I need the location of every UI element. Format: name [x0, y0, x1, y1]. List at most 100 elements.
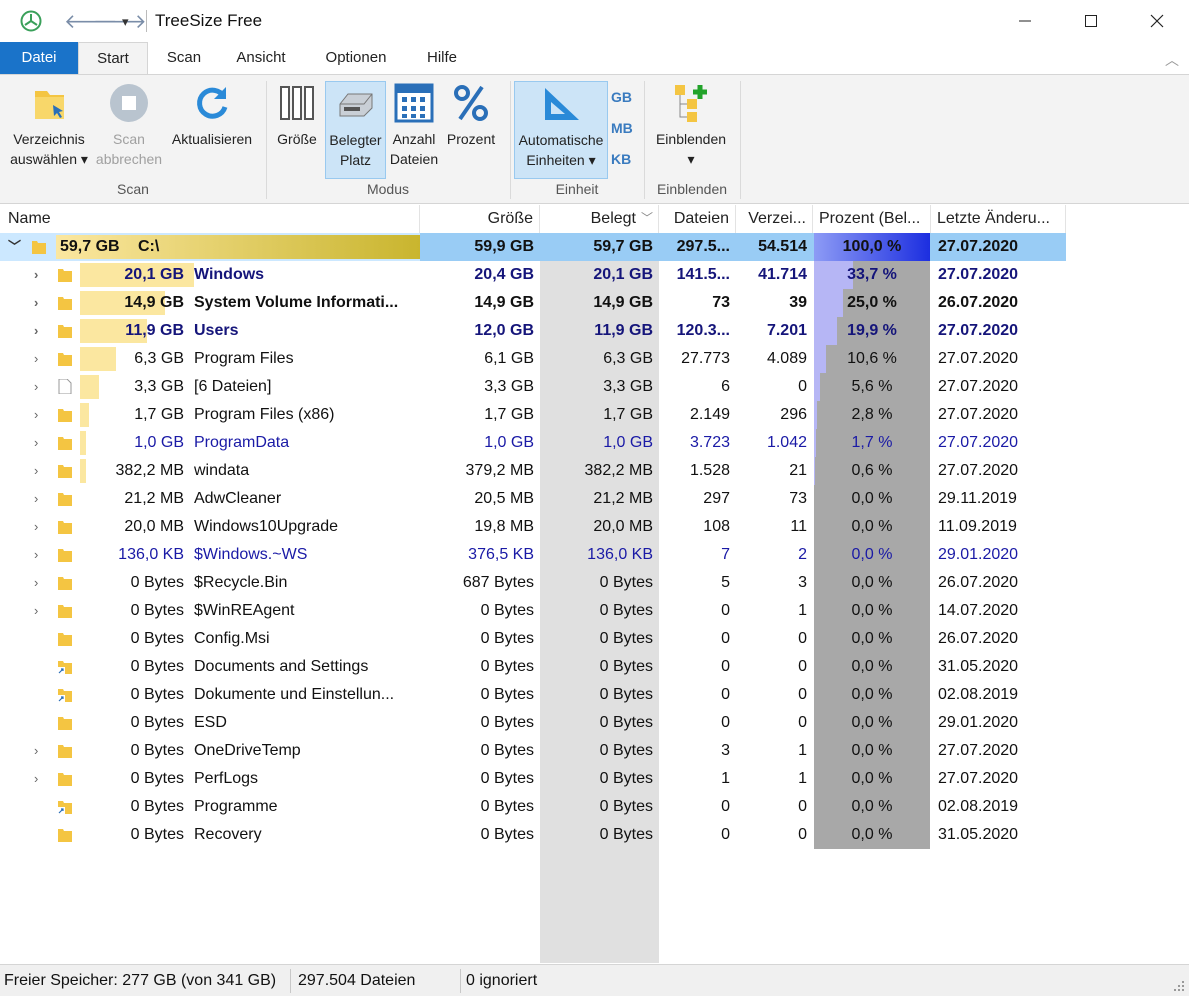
maximize-button[interactable]: [1058, 0, 1124, 42]
row-belegt: 21,2 MB: [593, 490, 653, 507]
table-row[interactable]: › 136,0 KB $Windows.~WS 376,5 KB 136,0 KB 7 2 0…: [0, 541, 1066, 569]
folder-icon: [58, 633, 72, 646]
table-row[interactable]: 0 Bytes Programme 0 Bytes 0 Bytes 0 0 0,0 % 02.…: [0, 793, 1066, 821]
expand-chevron-icon[interactable]: ›: [34, 597, 48, 625]
table-row[interactable]: › 0 Bytes $WinREAgent 0 Bytes 0 Bytes 0 1 0,0 %…: [0, 597, 1066, 625]
folder-icon: [58, 269, 72, 282]
tab-hilfe[interactable]: Hilfe: [416, 42, 468, 74]
tab-scan[interactable]: Scan: [158, 42, 210, 74]
tab-datei[interactable]: Datei: [0, 42, 78, 74]
treesize-logo-icon[interactable]: [20, 10, 42, 32]
row-percent: 0,0 %: [851, 770, 893, 787]
close-icon: [1150, 14, 1164, 28]
folder-icon: [58, 409, 72, 422]
percent-bar: 0,0 %: [814, 821, 930, 849]
table-row[interactable]: › 20,0 MB Windows10Upgrade 19,8 MB 20,0 MB 10…: [0, 513, 1066, 541]
expand-chevron-icon[interactable]: ›: [34, 373, 48, 401]
expand-chevron-icon[interactable]: ›: [34, 513, 48, 541]
close-button[interactable]: [1124, 0, 1189, 42]
belegter-platz-mode-button[interactable]: Belegter Platz: [325, 81, 386, 179]
column-name[interactable]: Name: [0, 205, 420, 233]
row-date: 02.08.2019: [938, 798, 1019, 815]
column-prozent[interactable]: Prozent (Bel...: [813, 205, 931, 233]
prozent-mode-button[interactable]: Prozent: [443, 81, 499, 149]
table-row[interactable]: 0 Bytes Dokumente und Einstellun... 0 Byte…: [0, 681, 1066, 709]
row-size: 11,9 GB: [125, 322, 184, 339]
column-verzeichnisse[interactable]: Verzei...: [736, 205, 813, 233]
einblenden-button[interactable]: Einblenden ▾: [650, 81, 732, 169]
table-row[interactable]: › 0 Bytes OneDriveTemp 0 Bytes 0 Bytes 3 1 0,0 …: [0, 737, 1066, 765]
row-date: 27.07.2020: [938, 406, 1019, 423]
column-dateien[interactable]: Dateien: [659, 205, 736, 233]
scan-abbrechen-button[interactable]: Scan abbrechen: [92, 81, 166, 169]
row-groesse: 0 Bytes: [480, 714, 534, 731]
expand-chevron-icon[interactable]: ›: [34, 457, 48, 485]
scan-abbrechen-label-2: abbrechen: [95, 151, 163, 167]
row-groesse: 379,2 MB: [465, 462, 534, 479]
table-row[interactable]: › 0 Bytes $Recycle.Bin 687 Bytes 0 Bytes 5 3 0,…: [0, 569, 1066, 597]
table-row[interactable]: › 0 Bytes PerfLogs 0 Bytes 0 Bytes 1 1 0,0 % 27.…: [0, 765, 1066, 793]
folder-icon: [58, 773, 72, 786]
unit-gb-button[interactable]: GB: [611, 89, 632, 105]
folder-shortcut-icon: [58, 801, 72, 814]
row-size: 0 Bytes: [130, 686, 184, 703]
expand-chevron-icon[interactable]: ›: [34, 541, 48, 569]
collapse-chevron-icon[interactable]: ﹀: [8, 233, 22, 261]
collapse-ribbon-icon[interactable]: ︿: [1165, 50, 1179, 70]
expand-chevron-icon[interactable]: ›: [34, 737, 48, 765]
table-row[interactable]: › 1,0 GB ProgramData 1,0 GB 1,0 GB 3.723 1.042…: [0, 429, 1066, 457]
minimize-icon: [1019, 20, 1031, 22]
table-row[interactable]: 0 Bytes Recovery 0 Bytes 0 Bytes 0 0 0,0 % 31.0…: [0, 821, 1066, 849]
row-percent: 25,0 %: [847, 294, 897, 311]
table-row[interactable]: › 14,9 GB System Volume Informati... 14,9 G…: [0, 289, 1066, 317]
tab-start[interactable]: Start: [78, 42, 148, 75]
table-row[interactable]: 0 Bytes Documents and Settings 0 Bytes 0 By…: [0, 653, 1066, 681]
resize-grip-icon[interactable]: [1173, 980, 1185, 992]
expand-chevron-icon[interactable]: ›: [34, 569, 48, 597]
aktualisieren-button[interactable]: Aktualisieren: [166, 81, 258, 149]
table-row[interactable]: › 6,3 GB Program Files 6,1 GB 6,3 GB 27.773 4.…: [0, 345, 1066, 373]
expand-chevron-icon[interactable]: ›: [34, 317, 48, 345]
verzeichnis-label-1: Verzeichnis: [13, 131, 85, 147]
table-row[interactable]: 0 Bytes ESD 0 Bytes 0 Bytes 0 0 0,0 % 29.01.202…: [0, 709, 1066, 737]
table-row[interactable]: › 1,7 GB Program Files (x86) 1,7 GB 1,7 GB 2.…: [0, 401, 1066, 429]
row-percent: 19,9 %: [847, 322, 897, 339]
minimize-button[interactable]: [992, 0, 1058, 42]
expand-chevron-icon[interactable]: ›: [34, 345, 48, 373]
expand-chevron-icon[interactable]: ›: [34, 401, 48, 429]
table-row[interactable]: 0 Bytes Config.Msi 0 Bytes 0 Bytes 0 0 0,0 % 26…: [0, 625, 1066, 653]
verzeichnis-auswaehlen-button[interactable]: Verzeichnis auswählen ▾: [6, 81, 92, 169]
table-row[interactable]: › 382,2 MB windata 379,2 MB 382,2 MB 1.528 21 0…: [0, 457, 1066, 485]
anzahl-dateien-mode-button[interactable]: Anzahl Dateien: [387, 81, 441, 169]
tab-ansicht[interactable]: Ansicht: [228, 42, 294, 74]
unit-mb-button[interactable]: MB: [611, 120, 633, 136]
row-verzeichnisse: 73: [789, 490, 807, 507]
row-dateien: 0: [721, 686, 730, 703]
belegter-label-1: Belegter: [329, 132, 382, 148]
row-groesse: 0 Bytes: [480, 658, 534, 675]
row-date: 31.05.2020: [938, 826, 1019, 843]
row-name: Program Files: [194, 350, 294, 367]
table-row-root[interactable]: ﹀ 59,7 GB C:\ 59,9 GB 59,7 GB 297.5... 5…: [0, 233, 1066, 261]
expand-chevron-icon[interactable]: ›: [34, 289, 48, 317]
unit-kb-button[interactable]: KB: [611, 151, 631, 167]
expand-chevron-icon[interactable]: ›: [34, 261, 48, 289]
automatische-einheiten-button[interactable]: Automatische Einheiten ▾: [514, 81, 608, 179]
table-row[interactable]: › 21,2 MB AdwCleaner 20,5 MB 21,2 MB 297 73 0,0…: [0, 485, 1066, 513]
expand-chevron-icon[interactable]: ›: [34, 429, 48, 457]
groesse-mode-button[interactable]: Größe: [272, 81, 322, 149]
row-percent: 0,0 %: [851, 686, 893, 703]
table-row[interactable]: › 20,1 GB Windows 20,4 GB 20,1 GB 141.5... 41.…: [0, 261, 1066, 289]
table-row[interactable]: › 11,9 GB Users 12,0 GB 11,9 GB 120.3... 7.201…: [0, 317, 1066, 345]
tab-optionen[interactable]: Optionen: [316, 42, 396, 74]
expand-chevron-icon[interactable]: ›: [34, 765, 48, 793]
column-letzte-aenderung[interactable]: Letzte Änderu...: [931, 205, 1066, 233]
column-groesse[interactable]: Größe: [420, 205, 540, 233]
anzahl-label-1: Anzahl: [392, 131, 436, 147]
row-verzeichnisse: 41.714: [758, 266, 807, 283]
forward-arrow-icon[interactable]: 🡒: [93, 9, 147, 34]
quick-access-dropdown-icon[interactable]: ▾: [122, 14, 129, 30]
percent-icon: [454, 85, 488, 121]
expand-chevron-icon[interactable]: ›: [34, 485, 48, 513]
table-row[interactable]: › 3,3 GB [6 Dateien] 3,3 GB 3,3 GB 6 0 5,6 % 27.…: [0, 373, 1066, 401]
